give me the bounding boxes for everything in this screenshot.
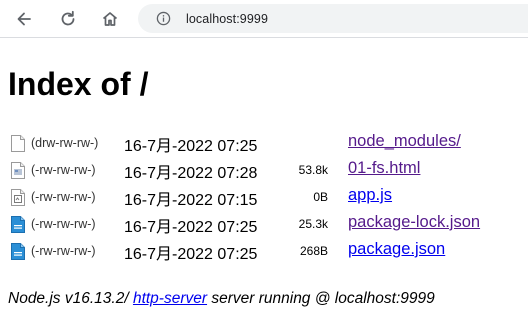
home-icon[interactable] [96, 5, 124, 33]
reload-icon[interactable] [54, 5, 82, 33]
server-footer: Node.js v16.13.2/ http-server server run… [8, 290, 435, 308]
json-file-icon [11, 216, 25, 233]
permissions: (drw-rw-rw-) [31, 136, 99, 150]
file-link[interactable]: package-lock.json [348, 213, 480, 232]
file-link[interactable]: app.js [348, 186, 392, 205]
modified-date: 16-7月-2022 07:25 [124, 246, 258, 263]
modified-date: 16-7月-2022 07:28 [124, 165, 258, 182]
list-item: (drw-rw-rw-) 16-7月-2022 07:25 node_modul… [0, 131, 528, 157]
html-file-icon [11, 162, 25, 179]
http-server-link[interactable]: http-server [133, 290, 207, 307]
modified-date: 16-7月-2022 07:25 [124, 219, 258, 236]
permissions: (-rw-rw-rw-) [31, 217, 96, 231]
file-size: 268B [299, 244, 328, 258]
address-bar[interactable]: localhost:9999 [138, 4, 528, 33]
footer-suffix: server running @ localhost:9999 [207, 290, 435, 307]
permissions: (-rw-rw-rw-) [31, 190, 96, 204]
footer-prefix: Node.js v16.13.2/ [8, 290, 133, 307]
folder-icon [11, 135, 25, 152]
url-text[interactable]: localhost:9999 [186, 12, 268, 26]
list-item: (-rw-rw-rw-) 16-7月-2022 07:28 53.8k 01-f… [0, 158, 528, 184]
page-title: Index of / [8, 66, 149, 102]
back-arrow-icon[interactable] [10, 5, 38, 33]
file-size: 53.8k [298, 163, 328, 177]
modified-date: 16-7月-2022 07:15 [124, 192, 258, 209]
list-item: (-rw-rw-rw-) 16-7月-2022 07:15 0B app.js [0, 185, 528, 211]
permissions: (-rw-rw-rw-) [31, 163, 96, 177]
permissions: (-rw-rw-rw-) [31, 244, 96, 258]
json-file-icon [11, 243, 25, 260]
js-file-icon [11, 189, 25, 206]
modified-date: 16-7月-2022 07:25 [124, 138, 258, 155]
file-link[interactable]: package.json [348, 240, 445, 259]
info-icon[interactable] [156, 11, 171, 26]
list-item: (-rw-rw-rw-) 16-7月-2022 07:25 268B packa… [0, 239, 528, 265]
file-size: 25.3k [298, 217, 328, 231]
file-link[interactable]: 01-fs.html [348, 159, 420, 178]
file-link[interactable]: node_modules/ [348, 132, 461, 151]
file-size: 0B [313, 190, 328, 204]
browser-toolbar: localhost:9999 [0, 0, 528, 38]
list-item: (-rw-rw-rw-) 16-7月-2022 07:25 25.3k pack… [0, 212, 528, 238]
